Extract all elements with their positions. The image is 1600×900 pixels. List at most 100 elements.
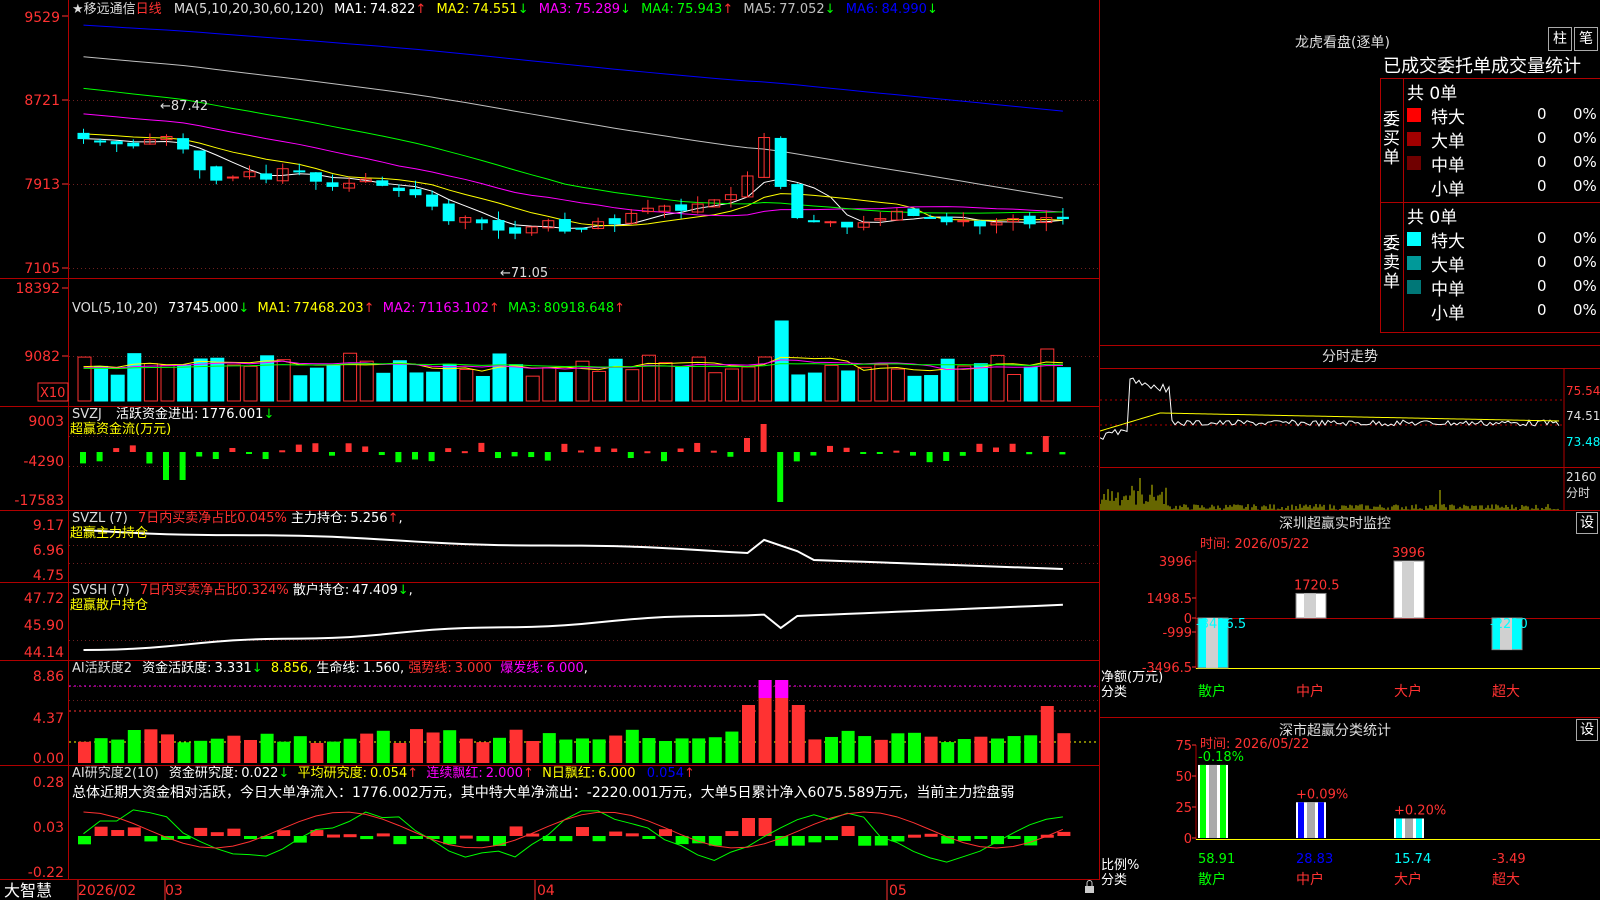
volume-bar	[309, 367, 324, 402]
ai-research-bar	[78, 836, 91, 845]
kline-chart-area[interactable]: 9529 8721 7913 7105 ←87.42 ←71.05 ★移远通信日…	[0, 0, 1100, 900]
date-tick: 2026/02	[78, 883, 136, 899]
volume-bars[interactable]	[77, 320, 1071, 402]
classify-bar-label: -0.18%	[1198, 750, 1244, 765]
ai-research-bar	[742, 818, 755, 836]
candle-body	[957, 220, 970, 223]
ai-active-bar	[343, 738, 357, 763]
chart-frame	[0, 0, 1100, 900]
ai-active-bar	[708, 737, 722, 763]
volume-bar	[841, 370, 856, 402]
svzj-bar	[113, 448, 120, 452]
volume-bar	[243, 365, 258, 402]
row-count: 0	[1537, 105, 1547, 123]
candle-body	[608, 218, 621, 225]
row-count: 0	[1537, 277, 1547, 295]
volume-ma-lines	[83, 356, 1063, 372]
svzj-bars	[80, 424, 1066, 502]
color-swatch	[1407, 232, 1421, 246]
ai-active-bar	[1007, 736, 1021, 763]
candle-body	[77, 132, 90, 140]
candle-body	[924, 216, 937, 219]
candle-body	[973, 220, 986, 227]
volume-bar	[791, 374, 806, 402]
svzj-tick: -17583	[14, 493, 64, 509]
buy-row: 中单 0 0%	[1405, 151, 1600, 176]
volume-bar	[1007, 373, 1022, 402]
buy-side-cell: 委买单	[1381, 79, 1404, 203]
tick-mode-button[interactable]: 笔	[1574, 27, 1598, 51]
volume-bar	[592, 370, 607, 402]
ai-active-bar	[808, 739, 822, 763]
ai-research-bar	[327, 834, 340, 838]
bar-mode-button[interactable]: 柱	[1548, 27, 1572, 51]
ma-lines	[83, 24, 1063, 229]
volume-bar	[376, 372, 391, 402]
date-tick: 03	[165, 883, 183, 899]
classify-bar-stripe	[1318, 802, 1324, 838]
svzj-bar	[976, 443, 983, 452]
row-count: 0	[1537, 253, 1547, 271]
intraday-chart[interactable]: 75.54 74.51 73.48 2160 分时	[1100, 369, 1600, 510]
monitor-category: 超大	[1492, 684, 1520, 700]
ai-active-bar	[991, 738, 1004, 763]
right-panel: 龙虎看盘(逐单) 柱 笔 已成交委托单成交量统计 委买单 委卖单 共 0单 特大 0…	[1100, 0, 1600, 900]
row-count: 0	[1537, 153, 1547, 171]
svzj-bar	[96, 452, 103, 462]
ai-research-bars	[78, 809, 1071, 863]
volume-bar	[990, 354, 1005, 402]
ai-active-peak	[758, 680, 772, 698]
svzj-bar	[810, 452, 817, 456]
volume-bar	[525, 375, 540, 402]
ai-research-bar	[924, 833, 938, 837]
ai-active-bar	[293, 736, 307, 763]
ai-active-header: AI活跃度2 资金活跃度: 3.331↓, 8.856, 生命线: 1.560, 强…	[72, 660, 588, 676]
ai-research-bar	[210, 832, 224, 836]
ai-research-bar	[991, 836, 1004, 845]
ai-active-bar	[443, 730, 457, 763]
ai-research-tick: -0.22	[28, 865, 64, 881]
ai-active-bar	[924, 736, 938, 763]
volume-bar	[1056, 367, 1071, 402]
ai-research-bar	[376, 833, 390, 837]
volume-bar	[741, 366, 756, 402]
ai-active-bar	[908, 732, 921, 763]
candle-body	[110, 141, 123, 145]
ai-active-tick: 0.00	[33, 751, 64, 767]
volume-bar	[77, 356, 92, 402]
ai-research-summary: 总体近期大资金相对活跃，今日大单净流入：1776.002万元，其中特大单净流出：…	[72, 784, 1014, 801]
ai-active-bar	[327, 741, 340, 763]
classify-bar-stripe	[1396, 818, 1402, 838]
monitor-tick: 0	[1184, 612, 1192, 627]
volume-bar	[857, 366, 872, 402]
classify-value: 15.74	[1394, 852, 1431, 867]
svzl-tick: 4.75	[33, 568, 64, 584]
ai-active-bar	[1024, 735, 1038, 763]
intraday-panel[interactable]: 分时走势 75.54 74.51 73.48 2160 分时	[1100, 346, 1600, 511]
candle-body	[1023, 215, 1036, 225]
monitor-bar-label: -3496.5	[1196, 617, 1246, 632]
color-swatch	[1407, 304, 1421, 318]
price-tick: 7913	[24, 177, 60, 193]
volume-bar	[807, 372, 822, 402]
classify-bar-stripe	[1298, 802, 1304, 838]
svzj-axis: 9003 -4290 -17583	[14, 414, 64, 509]
sell-side-cell: 委卖单	[1381, 203, 1404, 331]
svzj-bar	[627, 452, 634, 459]
ai-active-bar	[659, 740, 672, 763]
date-tick: 04	[537, 883, 555, 899]
candle-body	[940, 216, 953, 223]
svzj-bar	[329, 452, 335, 456]
svzj-bar	[212, 452, 219, 460]
volume-bar	[293, 375, 308, 402]
candle-body	[558, 219, 571, 232]
ai-active-bar	[592, 739, 606, 763]
svsh-line	[83, 603, 1063, 651]
ai-research-bar	[459, 835, 473, 839]
longhu-table-title: 已成交委托单成交量统计	[1383, 56, 1581, 77]
ai-research-bar	[476, 836, 490, 842]
svzj-bar	[412, 452, 418, 460]
vol-unit: X10	[40, 386, 65, 401]
monitor-tick: -3496.5	[1142, 661, 1192, 676]
svzj-bar	[544, 452, 551, 461]
